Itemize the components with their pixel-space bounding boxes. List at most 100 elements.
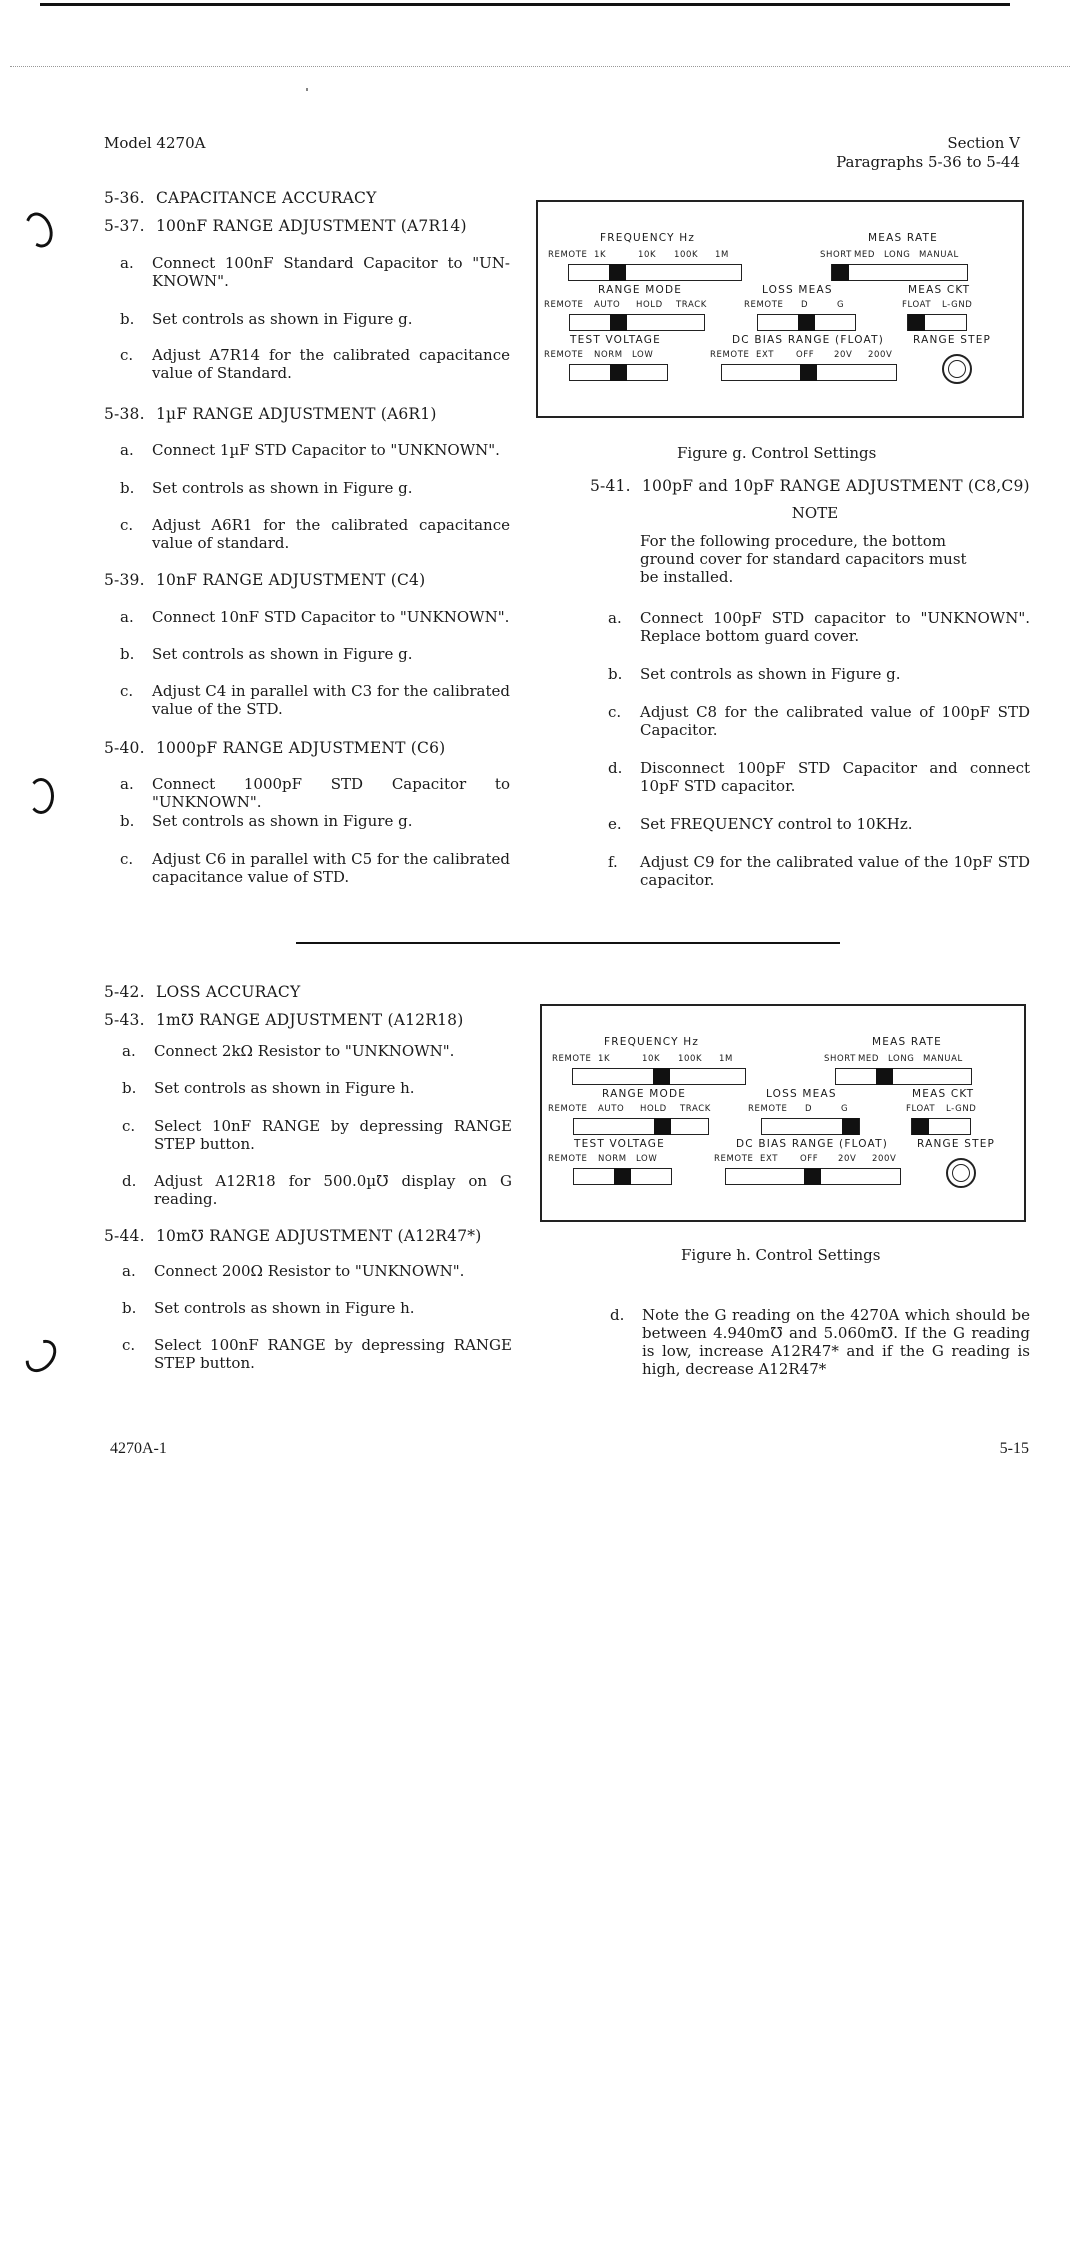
- step-text: Connect 200Ω Resistor to "UNKNOWN".: [154, 1262, 465, 1280]
- switch-knob[interactable]: [876, 1068, 893, 1085]
- switch-knob[interactable]: [654, 1118, 671, 1135]
- step-text: Set controls as shown in Figure h.: [154, 1079, 415, 1097]
- range-mode-label: RANGE MODE: [598, 284, 683, 296]
- step-label: b.: [120, 479, 135, 497]
- section-label: Section V: [947, 134, 1020, 152]
- procedure-step: b. Set controls as shown in Figure g.: [120, 310, 510, 350]
- switch-knob[interactable]: [800, 364, 817, 381]
- step-label: c.: [120, 850, 134, 868]
- switch-position-label: TRACK: [676, 300, 707, 310]
- switch-position-label: LOW: [636, 1154, 658, 1164]
- test-voltage-label: TEST VOLTAGE: [574, 1138, 665, 1150]
- step-text: Select 10nF RANGE by depressing RANGE ST…: [154, 1117, 512, 1153]
- test-voltage-slide-switch[interactable]: [569, 364, 668, 381]
- switch-knob[interactable]: [842, 1118, 859, 1135]
- step-text: Select 100nF RANGE by depressing RANGE S…: [154, 1336, 512, 1372]
- switch-knob[interactable]: [832, 264, 849, 281]
- paragraph-title: 5-37. 100nF RANGE ADJUSTMENT (A7R14): [104, 216, 467, 236]
- note-body: For the following procedure, the bottom …: [640, 532, 967, 586]
- paragraph-range: Paragraphs 5-36 to 5-44: [836, 153, 1020, 171]
- step-label: c.: [120, 682, 134, 700]
- meas-ckt-slide-switch[interactable]: [907, 314, 967, 331]
- step-text: Set controls as shown in Figure g.: [640, 665, 901, 683]
- test-voltage-slide-switch[interactable]: [573, 1168, 672, 1185]
- switch-knob[interactable]: [804, 1168, 821, 1185]
- procedure-step: c. Adjust A6R1 for the calibrated capacit…: [120, 516, 510, 556]
- switch-position-label: 200V: [868, 350, 893, 360]
- switch-position-label: D: [801, 300, 809, 310]
- switch-position-label: FLOAT: [906, 1104, 936, 1114]
- procedure-step: c. Adjust C8 for the calibrated value of …: [608, 703, 1030, 743]
- switch-knob[interactable]: [609, 264, 626, 281]
- procedure-step: a. Connect 100pF STD capacitor to "UNKNOW…: [608, 609, 1030, 649]
- range-step-button[interactable]: [942, 354, 972, 384]
- section-header: Section V Paragraphs 5-36 to 5-44: [720, 134, 1020, 172]
- meas-rate-slide-switch[interactable]: [835, 1068, 972, 1085]
- step-label: c.: [120, 346, 134, 364]
- scan-speck: [306, 88, 308, 91]
- paragraph-heading: 100nF RANGE ADJUSTMENT (A7R14): [156, 217, 467, 235]
- procedure-step: a. Connect 100nF Standard Capacitor to "U…: [120, 254, 510, 294]
- step-text: Adjust C8 for the calibrated value of 10…: [640, 703, 1030, 739]
- paragraph-heading: 1µF RANGE ADJUSTMENT (A6R1): [156, 405, 437, 423]
- step-text: Set controls as shown in Figure g.: [152, 479, 413, 497]
- switch-knob[interactable]: [908, 314, 925, 331]
- step-text: Adjust C6 in parallel with C5 for the ca…: [152, 850, 510, 886]
- step-label: b.: [120, 310, 135, 328]
- switch-position-label: REMOTE: [548, 1154, 588, 1164]
- test-voltage-label: TEST VOLTAGE: [570, 334, 661, 346]
- switch-position-label: G: [837, 300, 845, 310]
- switch-knob[interactable]: [653, 1068, 670, 1085]
- switch-position-label: 20V: [838, 1154, 857, 1164]
- switch-knob[interactable]: [798, 314, 815, 331]
- paragraph-title: 5-38. 1µF RANGE ADJUSTMENT (A6R1): [104, 404, 437, 424]
- loss-meas-slide-switch[interactable]: [761, 1118, 860, 1135]
- loss-meas-slide-switch[interactable]: [757, 314, 856, 331]
- range-step-label: RANGE STEP: [913, 334, 992, 346]
- dc-bias-slide-switch[interactable]: [725, 1168, 901, 1185]
- switch-knob[interactable]: [614, 1168, 631, 1185]
- step-label: b.: [122, 1079, 137, 1097]
- step-text: Set controls as shown in Figure h.: [154, 1299, 415, 1317]
- step-text: Connect 100pF STD capacitor to "UNKNOWN"…: [640, 609, 1030, 645]
- switch-position-label: REMOTE: [548, 1104, 588, 1114]
- paragraph-heading: CAPACITANCE ACCURACY: [156, 189, 377, 207]
- procedure-step: a. Connect 2kΩ Resistor to "UNKNOWN".: [122, 1042, 512, 1082]
- switch-position-label: REMOTE: [714, 1154, 754, 1164]
- switch-knob[interactable]: [610, 364, 627, 381]
- procedure-step: a. Connect 1µF STD Capacitor to "UNKNOWN"…: [120, 441, 510, 481]
- procedure-step: d. Disconnect 100pF STD Capacitor and con…: [608, 759, 1030, 799]
- procedure-step: d. Adjust A12R18 for 500.0µ℧ display on G…: [122, 1172, 512, 1212]
- top-scan-rule: [40, 3, 1010, 6]
- dc-bias-slide-switch[interactable]: [721, 364, 897, 381]
- switch-position-label: MED: [854, 250, 876, 260]
- frequency-slide-switch[interactable]: [568, 264, 742, 281]
- switch-knob[interactable]: [912, 1118, 929, 1135]
- range-mode-slide-switch[interactable]: [573, 1118, 709, 1135]
- switch-position-label: NORM: [598, 1154, 627, 1164]
- switch-knob[interactable]: [610, 314, 627, 331]
- step-text: Adjust C4 in parallel with C3 for the ca…: [152, 682, 510, 718]
- switch-position-label: MANUAL: [919, 250, 959, 260]
- paragraph-title: 5-44. 10m℧ RANGE ADJUSTMENT (A12R47*): [104, 1226, 481, 1246]
- range-step-button[interactable]: [946, 1158, 976, 1188]
- paragraph-number: 5-37.: [104, 217, 145, 235]
- switch-position-label: 20V: [834, 350, 853, 360]
- range-mode-slide-switch[interactable]: [569, 314, 705, 331]
- range-mode-label: RANGE MODE: [602, 1088, 687, 1100]
- procedure-step: b. Set controls as shown in Figure g.: [120, 645, 510, 685]
- frequency-slide-switch[interactable]: [572, 1068, 746, 1085]
- step-text: Set controls as shown in Figure g.: [152, 645, 413, 663]
- step-label: d.: [122, 1172, 137, 1190]
- switch-position-label: D: [805, 1104, 813, 1114]
- procedure-step: b. Set controls as shown in Figure g.: [608, 665, 1030, 705]
- meas-ckt-slide-switch[interactable]: [911, 1118, 971, 1135]
- step-label: a.: [120, 775, 134, 793]
- paragraph-heading: 10m℧ RANGE ADJUSTMENT (A12R47*): [156, 1227, 482, 1245]
- step-label: c.: [120, 516, 134, 534]
- switch-position-label: REMOTE: [544, 300, 584, 310]
- switch-position-label: 1K: [598, 1054, 611, 1064]
- binder-hole-mark: [28, 778, 54, 814]
- meas-rate-slide-switch[interactable]: [831, 264, 968, 281]
- step-text: Adjust A7R14 for the calibrated capacita…: [152, 346, 510, 382]
